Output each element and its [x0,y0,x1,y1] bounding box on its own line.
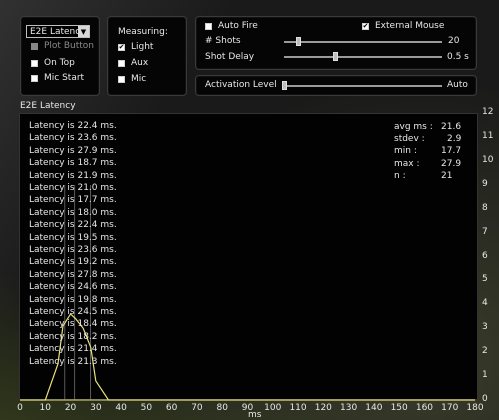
x-tick-label: 110 [289,403,307,413]
latency-item: Latency is 22.4 ms. [29,121,117,131]
min-label: min : [394,146,417,156]
stdev-value: 2.9 [447,134,462,144]
y-tick-label: 3 [482,322,488,333]
y-tick-label: 5 [482,274,488,285]
latency-item: Latency is 17.7 ms. [29,195,117,206]
latency-item: Latency is 24.6 ms. [29,282,117,293]
latency-item: Latency is 21.9 ms. [29,170,117,181]
x-tick-label: 150 [390,403,408,413]
latency-item: Latency is 23.6 ms. [29,133,117,144]
latency-item: Latency is 18.4 ms. [29,319,117,330]
n-label: n : [394,171,406,181]
latency-item: Latency is 27.8 ms. [29,269,117,280]
x-tick-label: 170 [441,403,459,413]
latency-item: Latency is 24.5 ms. [29,307,117,317]
x-tick-label: 10 [39,403,51,413]
y-tick-label: 2 [482,346,488,357]
x-tick-label: 30 [90,403,102,413]
latency-item: Latency is 22.4 ms. [29,220,117,231]
x-tick-label: 70 [191,403,203,413]
y-tick-label: 8 [482,202,488,213]
latency-item: Latency is 21.0 ms. [29,183,117,193]
latency-item: Latency is 18.2 ms. [29,331,117,342]
latency-item: Latency is 18.0 ms. [29,207,117,218]
y-tick-label: 1 [482,370,488,381]
y-tick-label: 9 [482,178,488,189]
x-tick-label: 130 [340,403,358,413]
y-tick-label: 6 [482,250,488,261]
y-tick-label: 11 [482,130,494,141]
y-tick-label: 12 [482,107,494,117]
y-tick-label: 10 [482,154,494,165]
x-tick-label: 100 [264,403,282,413]
latency-item: Latency is 27.9 ms. [29,145,117,156]
max-value: 27.9 [441,159,462,169]
x-tick-label: 180 [466,403,484,413]
latency-item: Latency is 19.2 ms. [29,257,117,268]
x-tick-label: 140 [365,403,383,413]
latency-item: Latency is 18.7 ms. [29,158,117,169]
latency-item: Latency is 19.5 ms. [29,232,117,243]
x-axis-label: ms [248,410,262,420]
avg-value: 21.6 [441,122,462,132]
x-tick-label: 50 [140,403,153,413]
x-tick-label: 20 [64,403,77,413]
latency-item: Latency is 23.6 ms. [29,245,117,255]
max-label: max : [394,159,420,169]
y-tick-label: 7 [482,226,488,237]
latency-item: Latency is 19.8 ms. [29,294,117,305]
latency-item: Latency is 21.3 ms. [29,356,117,367]
x-tick-label: 40 [115,403,127,413]
latency-item: Latency is 21.4 ms. [29,344,117,355]
y-tick-label: 4 [482,298,488,309]
x-tick-label: 80 [216,403,228,413]
avg-label: avg ms : [394,122,433,132]
x-tick-label: 60 [165,403,178,413]
min-value: 17.7 [441,146,462,156]
x-tick-label: 120 [314,403,332,413]
x-tick-label: 0 [17,403,23,413]
stdev-label: stdev : [394,134,425,144]
n-value: 21 [441,171,453,181]
x-tick-label: 160 [415,403,434,413]
